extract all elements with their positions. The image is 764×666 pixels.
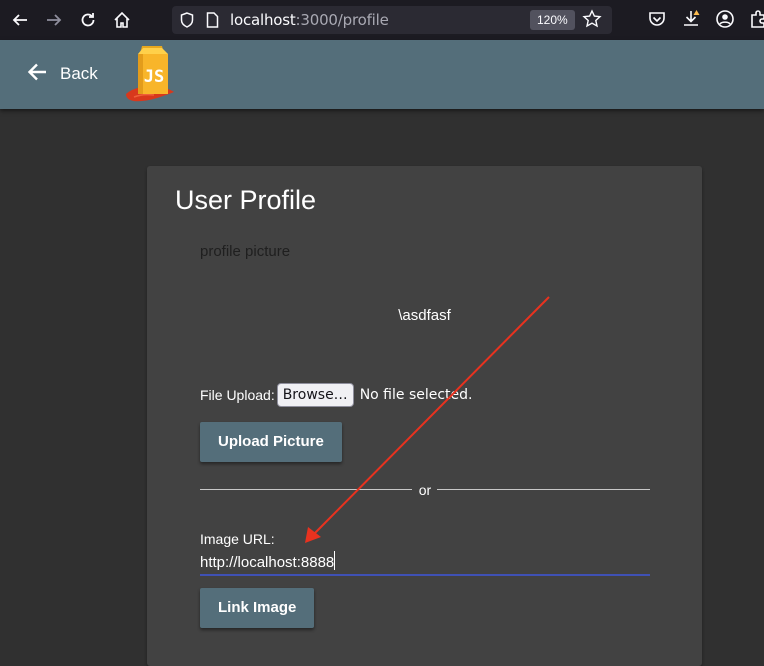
extensions-icon[interactable]: [748, 8, 764, 32]
url-text[interactable]: localhost:3000/profile: [230, 11, 389, 29]
back-button[interactable]: Back: [16, 54, 108, 94]
reload-icon[interactable]: [76, 8, 100, 32]
image-url-input[interactable]: [200, 550, 650, 576]
home-icon[interactable]: [110, 8, 134, 32]
link-image-button[interactable]: Link Image: [200, 588, 315, 628]
forward-arrow-icon[interactable]: [42, 8, 66, 32]
file-upload-label: File Upload:: [200, 387, 275, 403]
logo-text: JS: [144, 67, 164, 87]
url-host: localhost: [230, 11, 296, 29]
browse-button[interactable]: Browse…: [276, 383, 354, 407]
url-path: :3000/profile: [295, 11, 389, 29]
app-header: Back JS: [0, 40, 764, 109]
image-url-label: Image URL:: [200, 531, 275, 547]
pocket-icon[interactable]: [646, 8, 670, 32]
divider-line-left: [200, 489, 412, 490]
back-arrow-icon[interactable]: [8, 8, 32, 32]
or-text: or: [418, 482, 432, 498]
upload-picture-button[interactable]: Upload Picture: [200, 422, 342, 462]
or-divider: or: [200, 482, 650, 498]
profile-picture: profile picture: [200, 243, 291, 260]
file-upload-row: File Upload: Browse… No file selected.: [200, 383, 473, 407]
browser-toolbar: localhost:3000/profile 120%: [0, 0, 764, 40]
bookmark-star-icon[interactable]: [582, 9, 604, 31]
text-cursor: [334, 551, 335, 570]
address-bar[interactable]: localhost:3000/profile 120%: [172, 6, 612, 34]
page-icon[interactable]: [206, 12, 219, 33]
no-file-selected-text: No file selected.: [359, 387, 473, 403]
divider-line-right: [437, 489, 650, 490]
zoom-level-badge[interactable]: 120%: [530, 10, 575, 30]
back-label: Back: [60, 64, 98, 83]
arrow-left-icon: [26, 62, 48, 87]
juice-shop-logo: JS: [120, 42, 180, 111]
username-text: \asdfasf: [398, 307, 451, 324]
downloads-icon[interactable]: [680, 8, 704, 32]
shield-icon[interactable]: [180, 12, 194, 33]
page-title: User Profile: [175, 185, 317, 215]
account-icon[interactable]: [714, 8, 738, 32]
user-profile-card: User Profile profile picture \asdfasf Fi…: [147, 166, 702, 666]
